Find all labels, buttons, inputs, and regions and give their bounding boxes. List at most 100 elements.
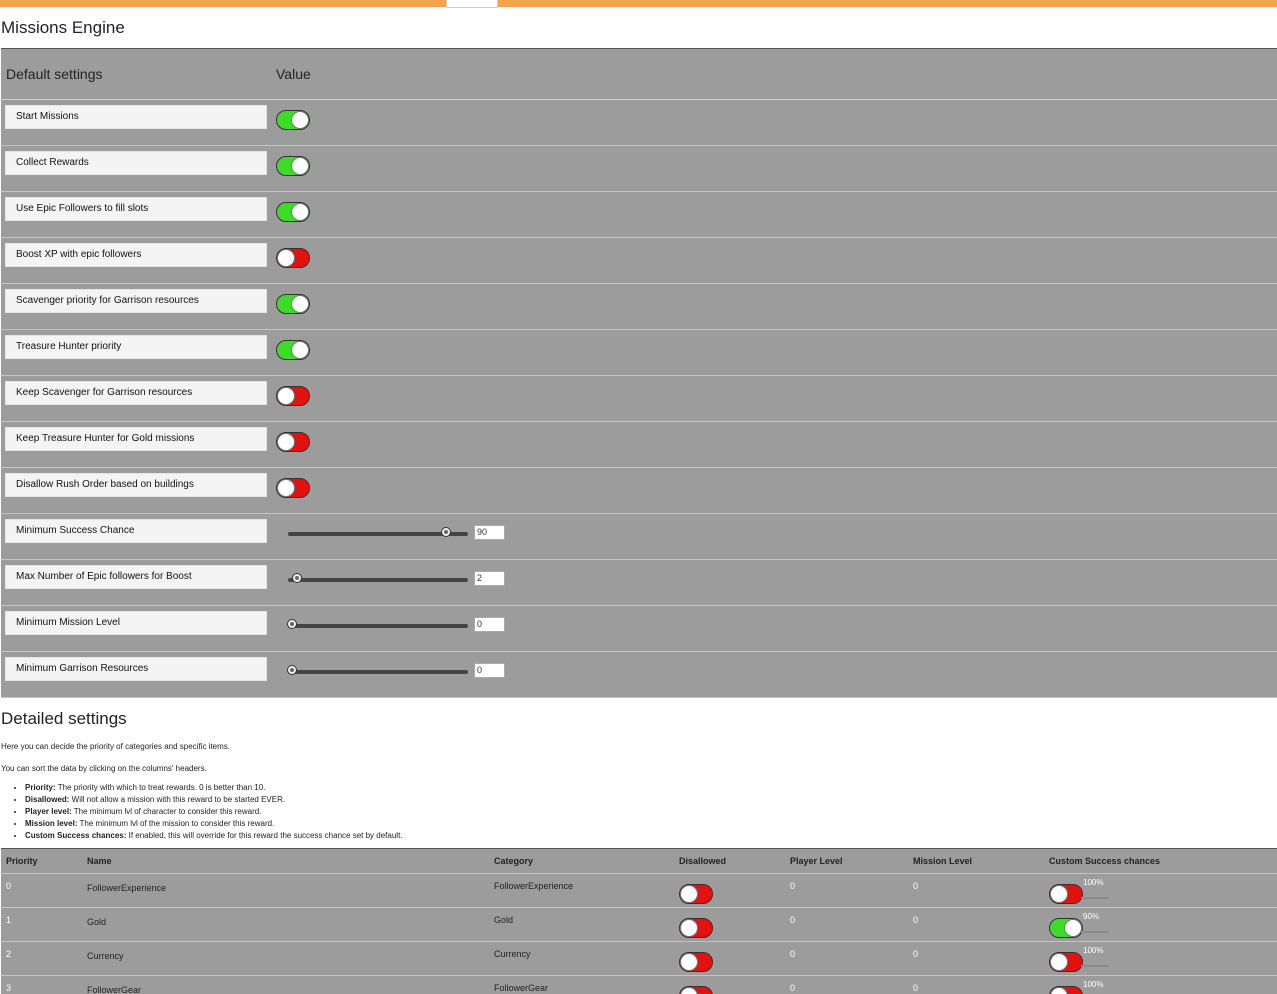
top-accent-bar (0, 0, 1277, 7)
slider-thumb[interactable] (440, 527, 451, 537)
slider-thumb[interactable] (286, 619, 297, 629)
detailed-settings-table: Priority Name Category Disallowed Player Lev… (1, 848, 1277, 994)
intro-priority-text: Here you can decide the priority of cate… (1, 742, 231, 751)
slider-max-number-of-epic-followers-for-boost[interactable] (288, 573, 468, 583)
toggle-disallow-rush-order-based-on-buildings[interactable] (276, 478, 310, 498)
custom-success-value: 100% (1083, 946, 1104, 955)
player-level-cell: 0 (790, 881, 796, 891)
setting-label: Minimum Mission Level (5, 611, 267, 635)
page-title: Missions Engine (1, 18, 125, 37)
slider-thumb[interactable] (286, 665, 297, 675)
column-header-player-level[interactable]: Player Level (790, 856, 843, 866)
toggle-knob (1050, 987, 1068, 994)
legend-term: Mission level: (25, 819, 78, 828)
setting-label: Disallow Rush Order based on buildings (5, 473, 267, 497)
top-tab[interactable] (446, 0, 498, 8)
name-cell: Currency (87, 951, 124, 961)
value-input-minimum-garrison-resources[interactable]: 0 (474, 663, 505, 678)
setting-label: Boost XP with epic followers (5, 243, 267, 267)
slider-minimum-success-chance[interactable] (288, 527, 468, 537)
disallowed-toggle[interactable] (679, 884, 713, 904)
legend-desc: The minimum lvl of the mission to consid… (77, 819, 275, 828)
setting-row-start-missions: Start Missions (1, 100, 1277, 146)
name-cell: FollowerGear (87, 985, 142, 994)
legend-item: Priority: The priority with which to tre… (25, 782, 403, 794)
toggle-use-epic-followers-to-fill-slots[interactable] (276, 202, 310, 222)
column-header-priority[interactable]: Priority (6, 856, 38, 866)
disallowed-toggle[interactable] (679, 986, 713, 994)
toggle-knob (291, 295, 309, 313)
setting-label: Scavenger priority for Garrison resource… (5, 289, 267, 313)
custom-success-value: 90% (1083, 912, 1100, 921)
setting-row-collect-rewards: Collect Rewards (1, 146, 1277, 192)
toggle-keep-treasure-hunter-for-gold-missions[interactable] (276, 432, 310, 452)
mission-level-cell: 0 (913, 983, 919, 993)
toggle-scavenger-priority-for-garrison-resources[interactable] (276, 294, 310, 314)
column-header-disallowed[interactable]: Disallowed (679, 856, 726, 866)
value-input-minimum-success-chance[interactable]: 90 (474, 525, 505, 540)
toggle-knob (291, 157, 309, 175)
toggle-knob (680, 885, 698, 903)
custom-success-slider[interactable] (1081, 931, 1109, 933)
legend-item: Disallowed: Will not allow a mission wit… (25, 794, 403, 806)
header-setting: Default settings (6, 66, 103, 82)
custom-success-toggle[interactable] (1049, 918, 1083, 938)
custom-success-slider[interactable] (1081, 897, 1109, 899)
toggle-knob (680, 919, 698, 937)
setting-row-keep-treasure-hunter-for-gold-missions: Keep Treasure Hunter for Gold missions (1, 422, 1277, 468)
legend-item: Player level: The minimum lvl of charact… (25, 806, 403, 818)
column-header-category[interactable]: Category (494, 856, 533, 866)
toggle-treasure-hunter-priority[interactable] (276, 340, 310, 360)
value-input-minimum-mission-level[interactable]: 0 (474, 617, 505, 632)
detailed-settings-title: Detailed settings (1, 709, 127, 728)
toggle-collect-rewards[interactable] (276, 156, 310, 176)
toggle-start-missions[interactable] (276, 110, 310, 130)
toggle-keep-scavenger-for-garrison-resources[interactable] (276, 386, 310, 406)
slider-minimum-garrison-resources[interactable] (286, 665, 468, 675)
slider-minimum-mission-level[interactable] (286, 619, 468, 629)
intro-sort-text: You can sort the data by clicking on the… (1, 764, 207, 773)
setting-row-use-epic-followers-to-fill-slots: Use Epic Followers to fill slots (1, 192, 1277, 238)
setting-label: Max Number of Epic followers for Boost (5, 565, 267, 589)
column-header-custom-success-chances[interactable]: Custom Success chances (1049, 856, 1160, 866)
default-settings-panel: Default settings Value Start Missions Col… (1, 48, 1277, 698)
setting-row-minimum-mission-level: Minimum Mission Level 0 (1, 606, 1277, 652)
name-cell: Gold (87, 917, 107, 927)
player-level-cell: 0 (790, 983, 796, 993)
value-input-max-number-of-epic-followers-for-boost[interactable]: 2 (474, 571, 505, 586)
legend-desc: The priority with which to treat rewards… (55, 783, 266, 792)
toggle-knob (277, 433, 295, 451)
priority-cell: 3 (6, 983, 12, 993)
category-cell: Gold (494, 915, 514, 925)
category-cell: FollowerExperience (494, 881, 574, 891)
table-row: 2 Currency Currency 0 0 100% (1, 941, 1277, 975)
disallowed-toggle[interactable] (679, 918, 713, 938)
setting-row-keep-scavenger-for-garrison-resources: Keep Scavenger for Garrison resources (1, 376, 1277, 422)
toggle-boost-xp-with-epic-followers[interactable] (276, 248, 310, 268)
custom-success-slider[interactable] (1081, 965, 1109, 967)
disallowed-toggle[interactable] (679, 952, 713, 972)
toggle-knob (277, 387, 295, 405)
custom-success-toggle[interactable] (1049, 986, 1083, 994)
custom-success-toggle[interactable] (1049, 952, 1083, 972)
priority-cell: 0 (6, 881, 12, 891)
custom-success-value: 100% (1083, 980, 1104, 989)
column-header-mission-level[interactable]: Mission Level (913, 856, 972, 866)
toggle-knob (291, 111, 309, 129)
header-value: Value (276, 66, 311, 82)
setting-row-max-number-of-epic-followers-for-boost: Max Number of Epic followers for Boost 2 (1, 560, 1277, 606)
custom-success-toggle[interactable] (1049, 884, 1083, 904)
mission-level-cell: 0 (913, 881, 919, 891)
legend-desc: Will not allow a mission with this rewar… (69, 795, 286, 804)
player-level-cell: 0 (790, 949, 796, 959)
legend-desc: The minimum lvl of character to consider… (71, 807, 262, 816)
slider-thumb[interactable] (292, 573, 302, 583)
legend-desc: If enabled, this will override for this … (126, 831, 403, 840)
toggle-knob (277, 249, 295, 267)
legend-term: Custom Success chances: (25, 831, 127, 840)
setting-row-minimum-garrison-resources: Minimum Garrison Resources 0 (1, 652, 1277, 698)
column-header-name[interactable]: Name (87, 856, 112, 866)
legend-list: Priority: The priority with which to tre… (17, 782, 403, 842)
name-cell: FollowerExperience (87, 883, 167, 893)
setting-label: Collect Rewards (5, 151, 267, 175)
